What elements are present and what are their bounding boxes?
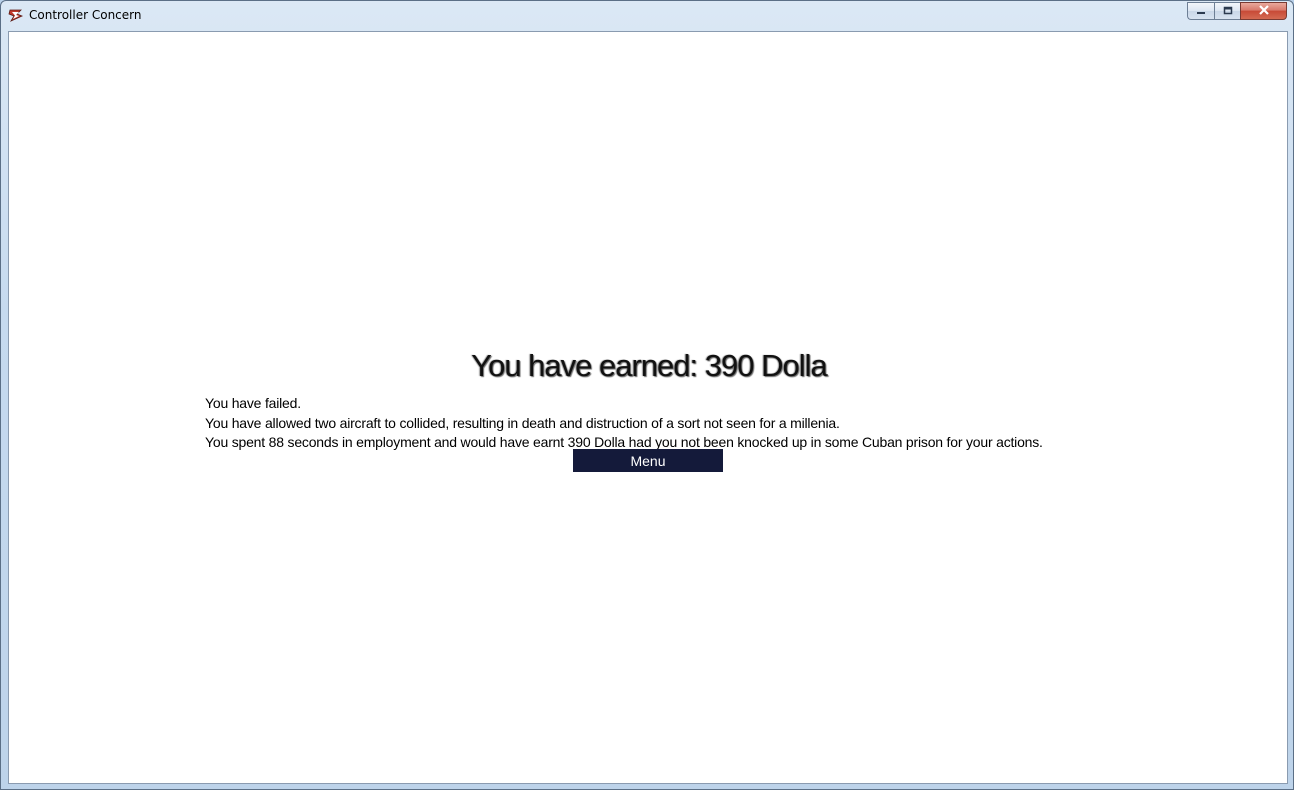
app-icon[interactable]	[8, 7, 24, 23]
message-line: You have failed.	[205, 395, 301, 411]
app-window: Controller Concern You have earned: 390 …	[0, 0, 1294, 790]
failure-message: You have failed. You have allowed two ai…	[205, 394, 1043, 453]
minimize-button[interactable]	[1187, 2, 1214, 20]
maximize-icon	[1223, 2, 1233, 20]
close-icon	[1258, 2, 1270, 20]
window-title: Controller Concern	[29, 8, 142, 22]
minimize-icon	[1196, 2, 1206, 20]
title-bar[interactable]: Controller Concern	[1, 1, 1293, 30]
close-button[interactable]	[1240, 2, 1287, 20]
maximize-button[interactable]	[1214, 2, 1240, 20]
earned-title: You have earned: 390 Dolla	[471, 348, 828, 383]
message-line: You have allowed two aircraft to collide…	[205, 414, 840, 431]
game-screen: You have earned: 390 Dolla You have fail…	[8, 31, 1288, 784]
caption-buttons	[1187, 2, 1287, 20]
menu-button[interactable]: Menu	[573, 449, 723, 472]
